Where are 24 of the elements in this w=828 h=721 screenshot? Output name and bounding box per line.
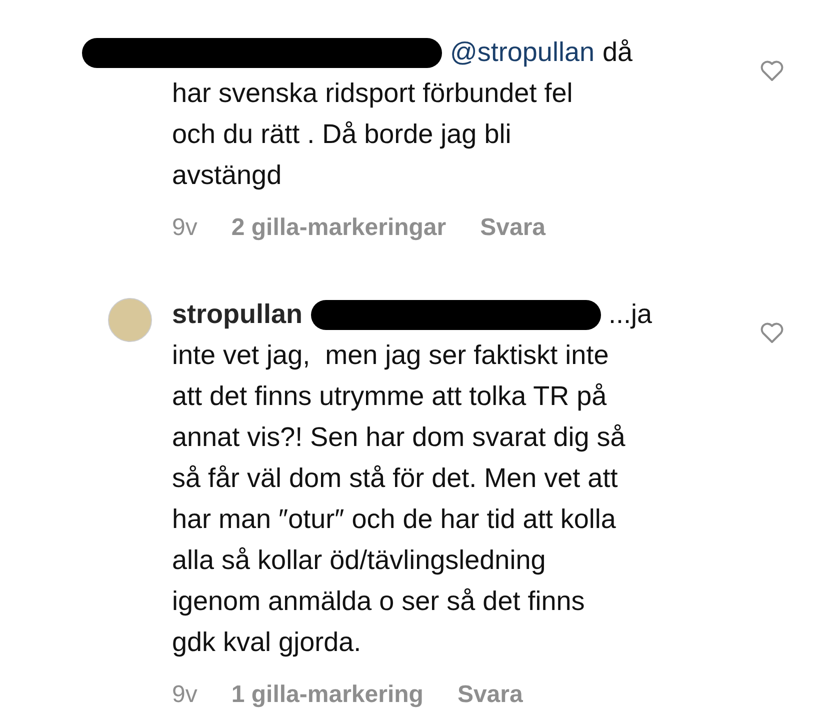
comment-text: att det finns utrymme att tolka TR på: [172, 380, 607, 413]
comment-text: och du rätt . Då borde jag bli: [172, 118, 512, 151]
avatar[interactable]: [108, 298, 152, 342]
comment-time: 9v: [172, 681, 198, 709]
heart-icon[interactable]: [760, 60, 784, 82]
comment-text: inte vet jag, men jag ser faktiskt inte: [172, 339, 609, 372]
likes-link[interactable]: 2 gilla-markeringar: [231, 214, 446, 242]
comment-text: har man ″otur″ och de har tid att kolla: [172, 503, 616, 536]
comment-text: har svenska ridsport förbundet fel: [172, 77, 573, 110]
mention-link[interactable]: @stropullan: [450, 32, 594, 73]
username[interactable]: stropullan: [172, 294, 303, 335]
heart-icon[interactable]: [760, 322, 784, 344]
reply-link[interactable]: Svara: [457, 681, 523, 709]
comment-text: ...ja: [608, 298, 652, 331]
reply-link[interactable]: Svara: [480, 214, 546, 242]
likes-link[interactable]: 1 gilla-markering: [231, 681, 424, 709]
comment-time: 9v: [172, 214, 198, 242]
comment-text: igenom anmälda o ser så det finns: [172, 585, 585, 618]
comment-text: annat vis?! Sen har dom svarat dig så: [172, 421, 626, 454]
comment-text: avstängd: [172, 159, 282, 192]
comment-text: då: [602, 36, 633, 69]
comment-text: så får väl dom stå för det. Men vet att: [172, 462, 618, 495]
comment-text: gdk kval gjorda.: [172, 626, 362, 659]
comment-text: alla så kollar öd/tävlingsledning: [172, 544, 546, 577]
